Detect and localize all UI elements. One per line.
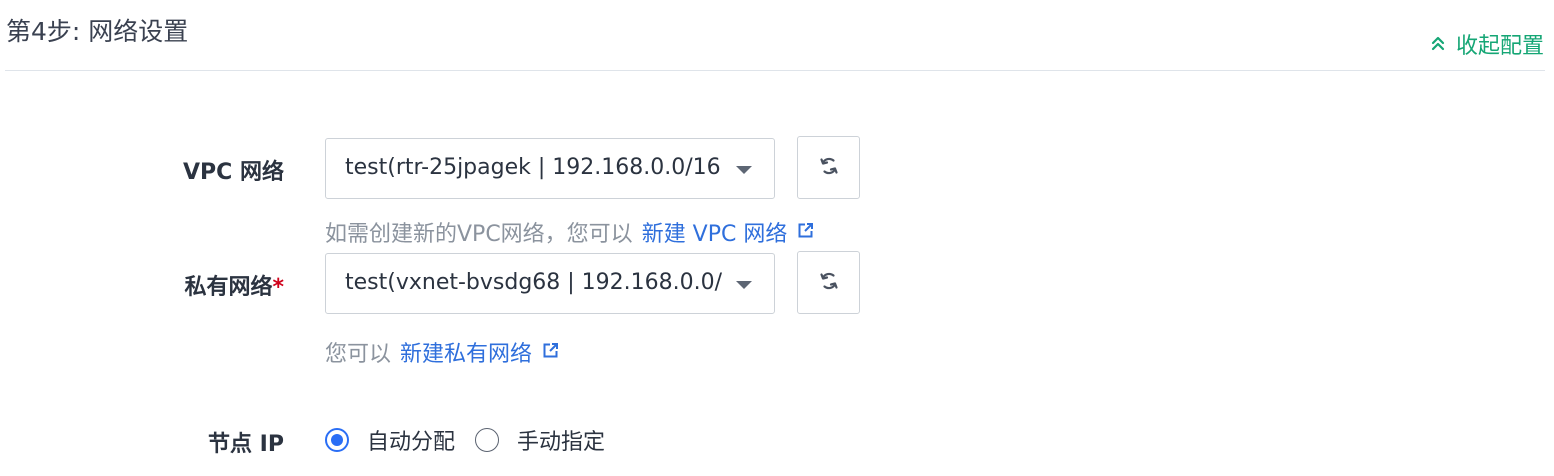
vpc-network-select[interactable]: test(rtr-25jpagek | 192.168.0.0/16): [325, 138, 775, 199]
step-title: 第4步: 网络设置: [6, 17, 189, 46]
vpc-hint: 如需创建新的VPC网络，您可以 新建 VPC 网络: [325, 216, 814, 248]
vxnet-refresh-button[interactable]: [797, 251, 860, 314]
radio-auto-assign[interactable]: 自动分配: [325, 424, 455, 456]
vxnet-label: 私有网络*: [184, 269, 284, 301]
collapse-config-label: 收起配置: [1455, 34, 1544, 59]
header-divider: [5, 70, 1545, 71]
radio-manual-specify[interactable]: 手动指定: [475, 424, 605, 456]
vpc-network-label: VPC 网络: [183, 160, 284, 185]
create-vxnet-link[interactable]: 新建私有网络: [400, 336, 559, 368]
refresh-icon: [818, 155, 840, 181]
external-link-icon: [797, 220, 814, 245]
vxnet-label-text: 私有网络: [184, 275, 273, 300]
radio-manual-specify-label: 手动指定: [517, 430, 606, 455]
create-vpc-link-label: 新建 VPC 网络: [641, 222, 788, 247]
vpc-network-selected-value: test(rtr-25jpagek | 192.168.0.0/16): [345, 155, 722, 180]
step-header: 第4步: 网络设置 收起配置: [0, 0, 1554, 72]
node-ip-label: 节点 IP: [208, 432, 284, 457]
vxnet-hint-text: 您可以: [325, 342, 392, 367]
external-link-icon: [542, 340, 559, 365]
radio-auto-assign-label: 自动分配: [367, 430, 456, 455]
caret-down-icon: [736, 166, 752, 174]
vxnet-select[interactable]: test(vxnet-bvsdg68 | 192.168.0.0/24): [325, 253, 775, 314]
radio-button-checked[interactable]: [325, 428, 349, 452]
vpc-hint-text: 如需创建新的VPC网络，您可以: [325, 222, 633, 247]
radio-button-unchecked[interactable]: [475, 428, 500, 452]
node-ip-radio-group: 自动分配 手动指定: [325, 424, 625, 456]
create-vpc-link[interactable]: 新建 VPC 网络: [642, 216, 815, 248]
create-vxnet-link-label: 新建私有网络: [400, 342, 533, 367]
required-mark: *: [272, 275, 284, 300]
vxnet-hint: 您可以 新建私有网络: [325, 336, 559, 368]
chevron-double-up-icon: [1430, 32, 1446, 57]
vxnet-selected-value: test(vxnet-bvsdg68 | 192.168.0.0/24): [345, 270, 722, 295]
caret-down-icon: [736, 281, 752, 289]
vpc-refresh-button[interactable]: [797, 136, 860, 199]
refresh-icon: [818, 270, 840, 296]
collapse-config-button[interactable]: 收起配置: [1430, 28, 1544, 60]
